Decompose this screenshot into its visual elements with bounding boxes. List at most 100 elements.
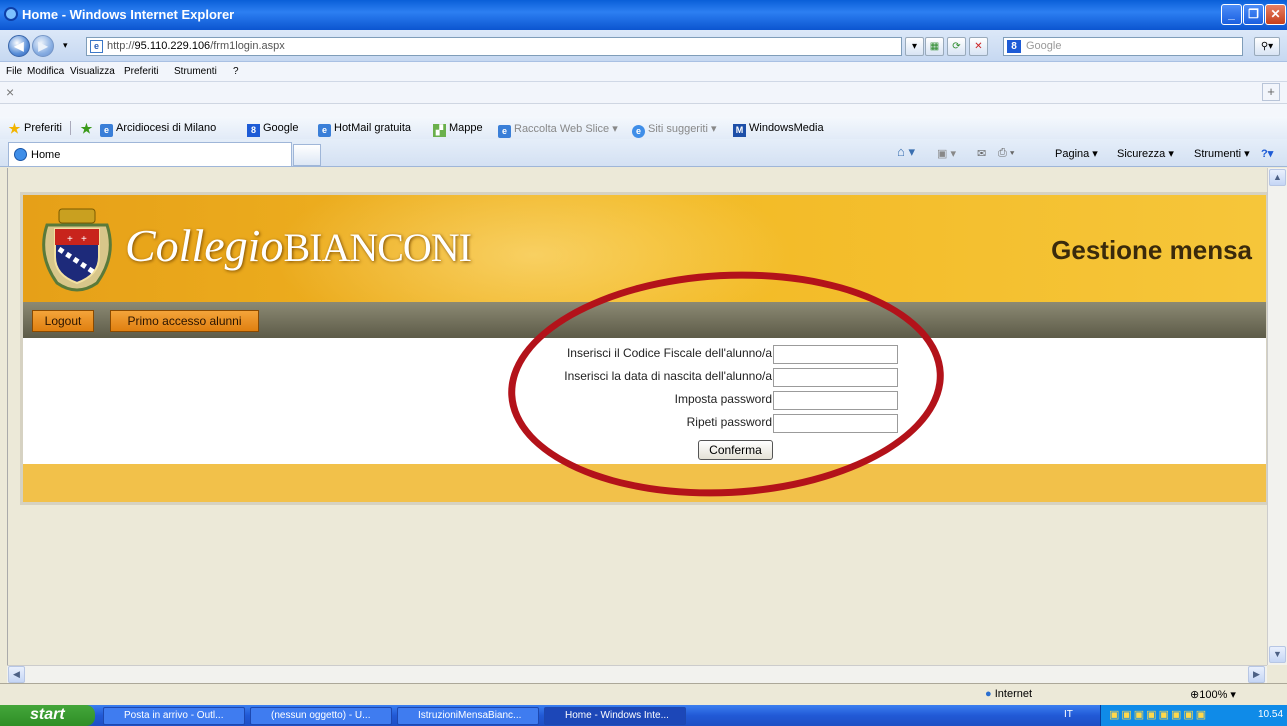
task-message[interactable]: (nessun oggetto) - U... (250, 707, 392, 725)
fav-arcidiocesi[interactable]: e Arcidiocesi di Milano (100, 122, 216, 137)
clock: 10.54 (1258, 709, 1284, 720)
add-favorite-icon[interactable]: ★ (80, 122, 96, 135)
forward-button[interactable]: ▶ (32, 35, 54, 57)
search-input[interactable]: 8 Google (1003, 37, 1243, 56)
ie-icon (4, 7, 18, 21)
fav-label: Google (263, 122, 299, 134)
favorites-button[interactable]: ★ Preferiti (8, 122, 62, 135)
address-dropdown-icon[interactable]: ▾ (905, 37, 924, 56)
google-icon: 8 (247, 124, 260, 137)
fav-webslice[interactable]: e Raccolta Web Slice ▾ (498, 122, 618, 138)
scroll-down-icon[interactable]: ▼ (1269, 646, 1286, 663)
section-title: Gestione mensa (1051, 235, 1252, 265)
compatibility-icon[interactable]: ▦ (925, 37, 944, 56)
svg-text:+: + (67, 234, 73, 245)
fav-windowsmedia[interactable]: M WindowsMedia (733, 122, 824, 137)
task-ie[interactable]: Home - Windows Inte... (544, 707, 686, 725)
scroll-right-icon[interactable]: ▶ (1248, 666, 1265, 683)
cmd-pagina[interactable]: Pagina ▾ (1055, 147, 1098, 160)
start-button[interactable]: start (0, 705, 95, 726)
menu-bar: File Modifica Visualizza Preferiti Strum… (0, 62, 1287, 82)
fav-label: Mappe (449, 122, 483, 134)
zoom-icon: ⊕ (1190, 689, 1200, 701)
brand-script: Collegio (125, 220, 284, 271)
ie-icon (14, 148, 27, 161)
crest-logo: + + (42, 208, 112, 292)
ie-page-icon: e (100, 124, 113, 137)
horizontal-scrollbar[interactable]: ◀ ▶ (7, 665, 1267, 683)
help-icon[interactable]: ?▾ (1261, 147, 1273, 160)
scroll-left-icon[interactable]: ◀ (8, 666, 25, 683)
zoom-control[interactable]: ⊕100% ▾ (1190, 688, 1236, 701)
map-icon: ▞ (433, 124, 446, 137)
window-title: Home - Windows Internet Explorer (22, 7, 235, 22)
windowsmedia-icon: M (733, 124, 746, 137)
tab-home[interactable]: Home (8, 142, 292, 166)
new-tab-button[interactable] (293, 144, 321, 166)
minimize-button[interactable]: _ (1221, 4, 1242, 25)
fav-label: Arcidiocesi di Milano (116, 122, 217, 134)
task-word[interactable]: IstruzioniMensaBianc... (397, 707, 539, 725)
menu-preferiti[interactable]: Preferiti (124, 66, 158, 77)
vertical-scrollbar[interactable]: ▲ ▼ (1267, 168, 1287, 665)
url-path: /frm1login.aspx (210, 40, 285, 52)
logout-button[interactable]: Logout (32, 310, 94, 332)
svg-text:+: + (81, 234, 87, 245)
ie-icon: e (632, 125, 645, 138)
search-button-icon[interactable]: ⚲▾ (1254, 37, 1280, 56)
menu-modifica[interactable]: Modifica (27, 66, 64, 77)
cmd-sicurezza[interactable]: Sicurezza ▾ (1117, 147, 1174, 160)
fav-hotmail[interactable]: e HotMail gratuita (318, 122, 411, 137)
fav-mappe[interactable]: ▞ Mappe (433, 122, 483, 137)
stop-icon[interactable]: ✕ (969, 37, 988, 56)
page-icon: e (90, 40, 103, 53)
tab-bar: Home ⌂ ▾ ▣ ▾ ✉ ⎙ ▾ Pagina ▾ Sicurezza ▾ … (0, 139, 1287, 167)
brand-logo: CollegioBIANCONI (125, 219, 472, 272)
add-icon[interactable]: + (1262, 83, 1280, 101)
system-tray: ▣▣▣▣▣▣▣▣ 10.54 (1100, 705, 1287, 726)
divider (70, 121, 71, 135)
fav-label: Siti suggeriti ▾ (648, 123, 717, 135)
tray-icons[interactable]: ▣▣▣▣▣▣▣▣ (1109, 708, 1208, 721)
language-indicator[interactable]: IT (1064, 709, 1073, 720)
print-icon[interactable]: ⎙ ▾ (998, 147, 1014, 160)
primo-accesso-button[interactable]: Primo accesso alunni (110, 310, 259, 332)
url-host: 95.110.229.106 (134, 40, 211, 52)
address-bar-row: ◀ ▶ ▾ e http://95.110.229.106/frm1login.… (0, 30, 1287, 62)
task-outlook[interactable]: Posta in arrivo - Outl... (103, 707, 245, 725)
toolbar-row: × + (0, 82, 1287, 104)
fav-suggested[interactable]: e Siti suggeriti ▾ (632, 122, 717, 138)
title-bar: Home - Windows Internet Explorer _ ❐ ✕ (0, 0, 1287, 30)
menu-file[interactable]: File (6, 66, 22, 77)
maximize-button[interactable]: ❐ (1243, 4, 1264, 25)
tab-title: Home (31, 149, 61, 161)
menu-visualizza[interactable]: Visualizza (70, 66, 115, 77)
fav-google[interactable]: 8 Google (247, 122, 298, 137)
menu-help[interactable]: ? (233, 66, 239, 77)
close-toolbar-icon[interactable]: × (6, 84, 14, 100)
zone-label: Internet (994, 688, 1033, 700)
google-icon: 8 (1007, 40, 1021, 53)
fav-label: HotMail gratuita (334, 122, 412, 134)
feeds-icon[interactable]: ▣ ▾ (937, 147, 956, 160)
star-icon: ★ (8, 121, 21, 136)
address-input[interactable]: e http://95.110.229.106/frm1login.aspx (86, 37, 902, 56)
zoom-label: 100% (1199, 689, 1228, 701)
search-placeholder: Google (1026, 40, 1062, 52)
mail-icon[interactable]: ✉ (977, 147, 986, 160)
home-icon[interactable]: ⌂ ▾ (897, 144, 915, 160)
ie-page-icon: e (318, 124, 331, 137)
zone-indicator: ● Internet (985, 688, 1032, 700)
history-dropdown-icon[interactable]: ▾ (63, 40, 68, 51)
cmd-strumenti[interactable]: Strumenti ▾ (1194, 147, 1250, 160)
refresh-icon[interactable]: ⟳ (947, 37, 966, 56)
favorites-label: Preferiti (24, 122, 62, 134)
ie-page-icon: e (498, 125, 511, 138)
scroll-up-icon[interactable]: ▲ (1269, 169, 1286, 186)
back-button[interactable]: ◀ (8, 35, 30, 57)
fav-label: WindowsMedia (749, 122, 824, 134)
taskbar: start Posta in arrivo - Outl... (nessun … (0, 705, 1287, 726)
menu-strumenti[interactable]: Strumenti (174, 66, 217, 77)
close-button[interactable]: ✕ (1265, 4, 1286, 25)
favorites-bar: ★ Preferiti ★ e Arcidiocesi di Milano 8 Goo… (0, 117, 1287, 139)
